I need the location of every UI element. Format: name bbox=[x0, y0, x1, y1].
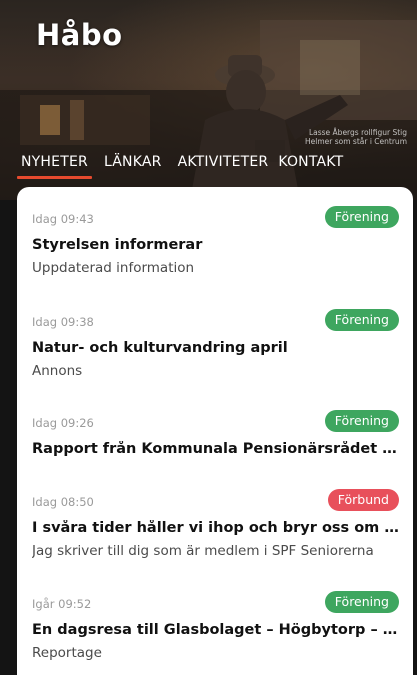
news-title: Rapport från Kommunala Pensionärsrådet -… bbox=[32, 441, 400, 457]
category-badge: Förening bbox=[324, 410, 399, 432]
news-timestamp: Igår 09:52 bbox=[32, 597, 92, 611]
news-title: I svåra tider håller vi ihop och bryr os… bbox=[32, 520, 400, 536]
category-badge: Förening bbox=[324, 206, 399, 228]
news-item[interactable]: Idag 09:43 Förening Styrelsen informerar… bbox=[17, 204, 413, 290]
news-timestamp: Idag 09:38 bbox=[32, 315, 94, 329]
tab-lankar[interactable]: LÄNKAR bbox=[104, 154, 162, 170]
category-badge: Förening bbox=[324, 591, 399, 613]
page-title: Håbo bbox=[36, 18, 123, 52]
news-item[interactable]: Idag 09:38 Förening Natur- och kulturvan… bbox=[17, 307, 413, 393]
news-timestamp: Idag 09:43 bbox=[32, 212, 94, 226]
news-subtitle: Annons bbox=[32, 363, 83, 379]
photo-credit: Lasse Åbergs rollfigur Stig Helmer som s… bbox=[305, 128, 407, 146]
news-subtitle: Reportage bbox=[32, 645, 102, 661]
news-item[interactable]: Idag 09:26 Förening Rapport från Kommuna… bbox=[17, 408, 413, 494]
news-subtitle: Jag skriver till dig som är medlem i SPF… bbox=[32, 543, 374, 559]
news-timestamp: Idag 08:50 bbox=[32, 495, 94, 509]
news-timestamp: Idag 09:26 bbox=[32, 416, 94, 430]
header-image: Håbo Lasse Åbergs rollfigur Stig Helmer … bbox=[0, 0, 417, 200]
news-title: En dagsresa till Glasbolaget – Högbytorp… bbox=[32, 622, 400, 638]
app-root: Håbo Lasse Åbergs rollfigur Stig Helmer … bbox=[0, 0, 417, 675]
news-item[interactable]: Igår 09:52 Förening En dagsresa till Gla… bbox=[17, 589, 413, 675]
tab-nyheter[interactable]: NYHETER bbox=[17, 154, 92, 179]
category-badge: Förening bbox=[324, 309, 399, 331]
category-badge: Förbund bbox=[327, 489, 399, 511]
news-list: Idag 09:43 Förening Styrelsen informerar… bbox=[17, 187, 413, 675]
tab-bar: NYHETER LÄNKAR AKTIVITETER KONTAKT bbox=[0, 146, 417, 179]
news-item[interactable]: Idag 08:50 Förbund I svåra tider håller … bbox=[17, 487, 413, 573]
tab-kontakt[interactable]: KONTAKT bbox=[278, 154, 343, 170]
news-subtitle: Uppdaterad information bbox=[32, 260, 195, 276]
news-title: Natur- och kulturvandring april bbox=[32, 340, 288, 356]
tab-aktiviteter[interactable]: AKTIVITETER bbox=[178, 154, 269, 170]
news-title: Styrelsen informerar bbox=[32, 237, 203, 253]
